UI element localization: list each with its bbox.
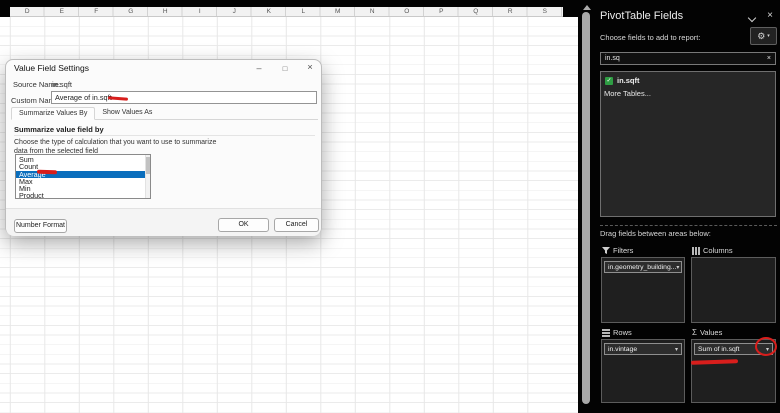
checkbox-checked-icon[interactable]: ✓ xyxy=(605,76,613,85)
rows-label: Rows xyxy=(613,328,632,337)
rows-field-pill[interactable]: in.vintage ▾ xyxy=(604,343,682,355)
column-header[interactable]: L xyxy=(286,7,321,17)
source-name-value: in.sqft xyxy=(52,80,73,89)
rows-area-header: Rows xyxy=(602,328,632,337)
pill-label: in.geometry_building... xyxy=(608,263,677,271)
column-header[interactable]: J xyxy=(217,7,252,17)
column-header[interactable]: P xyxy=(424,7,459,17)
vertical-scrollbar[interactable] xyxy=(582,12,590,404)
tab-show-values-as[interactable]: Show Values As xyxy=(95,107,159,119)
chevron-down-icon: ▾ xyxy=(767,33,770,39)
scroll-up-icon[interactable] xyxy=(583,5,591,10)
tools-button[interactable]: ⚙ ▾ xyxy=(750,27,777,45)
choose-fields-label: Choose fields to add to report: xyxy=(600,33,701,42)
dialog-title: Value Field Settings xyxy=(14,63,89,73)
chevron-down-icon[interactable] xyxy=(747,13,757,23)
column-header[interactable]: O xyxy=(390,7,425,17)
divider xyxy=(600,225,777,226)
listbox-scrollbar-thumb[interactable] xyxy=(145,157,150,174)
value-field-settings-dialog: Value Field Settings – □ × Source Name: … xyxy=(5,59,322,236)
column-header[interactable]: K xyxy=(252,7,287,17)
column-header[interactable]: D xyxy=(10,7,45,17)
pill-label: in.vintage xyxy=(608,345,638,353)
close-icon[interactable]: × xyxy=(303,62,317,74)
column-header[interactable]: F xyxy=(79,7,114,17)
columns-label: Columns xyxy=(703,246,733,255)
more-tables-link[interactable]: More Tables... xyxy=(604,89,651,98)
pane-close-icon[interactable]: × xyxy=(764,10,776,21)
values-label: Values xyxy=(699,328,723,337)
sigma-icon: Σ xyxy=(692,328,697,337)
column-header[interactable]: H xyxy=(148,7,183,17)
dropdown-icon[interactable]: ▾ xyxy=(675,346,678,353)
search-clear-icon[interactable]: × xyxy=(767,55,771,62)
tab-summarize-values-by[interactable]: Summarize Values By xyxy=(11,107,96,120)
rows-icon xyxy=(602,328,610,337)
excel-window: D E F G H I J K L M N O P Q R S Value Fi… xyxy=(0,0,780,413)
filters-area-header: Filters xyxy=(602,246,633,255)
column-header[interactable]: S xyxy=(528,7,563,17)
columns-drop-area xyxy=(691,257,776,323)
drag-fields-label: Drag fields between areas below: xyxy=(600,229,711,238)
annotation-circle-values-dropdown xyxy=(755,337,777,356)
custom-name-input[interactable]: Average of in.sqft xyxy=(51,91,317,104)
option-max[interactable]: Max xyxy=(16,178,150,186)
minimize-icon[interactable]: – xyxy=(252,63,266,75)
column-header-row[interactable]: D E F G H I J K L M N O P Q R S xyxy=(10,7,563,17)
search-text: in.sq xyxy=(605,55,620,62)
column-header[interactable]: Q xyxy=(459,7,494,17)
description-line-1: Choose the type of calculation that you … xyxy=(14,139,217,146)
column-header[interactable]: I xyxy=(183,7,218,17)
annotation-dash-average-option xyxy=(36,169,58,174)
option-product[interactable]: Product xyxy=(16,192,150,198)
column-header[interactable]: R xyxy=(493,7,528,17)
column-header[interactable]: M xyxy=(321,7,356,17)
calculation-listbox[interactable]: Sum Count Average Max Min Product xyxy=(15,154,151,199)
rows-drop-area: in.vintage ▾ xyxy=(601,339,685,403)
field-search-input[interactable]: in.sq × xyxy=(600,52,776,65)
values-area-header: Σ Values xyxy=(692,328,722,337)
ok-button[interactable]: OK xyxy=(218,218,269,232)
maximize-icon[interactable]: □ xyxy=(278,63,292,75)
dialog-tabs: Summarize Values By Show Values As xyxy=(11,107,318,120)
filter-icon xyxy=(602,246,610,254)
field-row-insqft[interactable]: ✓ in.sqft xyxy=(605,76,640,85)
column-header[interactable]: E xyxy=(45,7,80,17)
divider xyxy=(14,135,315,136)
summarize-section-title: Summarize value field by xyxy=(14,125,104,134)
field-list: ✓ in.sqft More Tables... xyxy=(600,71,776,217)
filters-drop-area: in.geometry_building... ▾ xyxy=(601,257,685,323)
listbox-scrollbar[interactable] xyxy=(145,155,150,198)
number-format-button[interactable]: Number Format xyxy=(14,219,67,233)
field-name[interactable]: in.sqft xyxy=(617,76,640,85)
column-header[interactable]: N xyxy=(355,7,390,17)
filters-field-pill[interactable]: in.geometry_building... ▾ xyxy=(604,261,682,273)
pane-title: PivotTable Fields xyxy=(600,10,684,22)
cancel-button[interactable]: Cancel xyxy=(274,218,319,232)
pill-label: Sum of in.sqft xyxy=(698,345,740,353)
column-header[interactable]: G xyxy=(114,7,149,17)
gear-icon: ⚙ xyxy=(757,30,766,41)
columns-icon xyxy=(692,246,700,255)
columns-area-header: Columns xyxy=(692,246,733,255)
filters-label: Filters xyxy=(613,246,634,255)
dropdown-icon[interactable]: ▾ xyxy=(676,264,679,271)
